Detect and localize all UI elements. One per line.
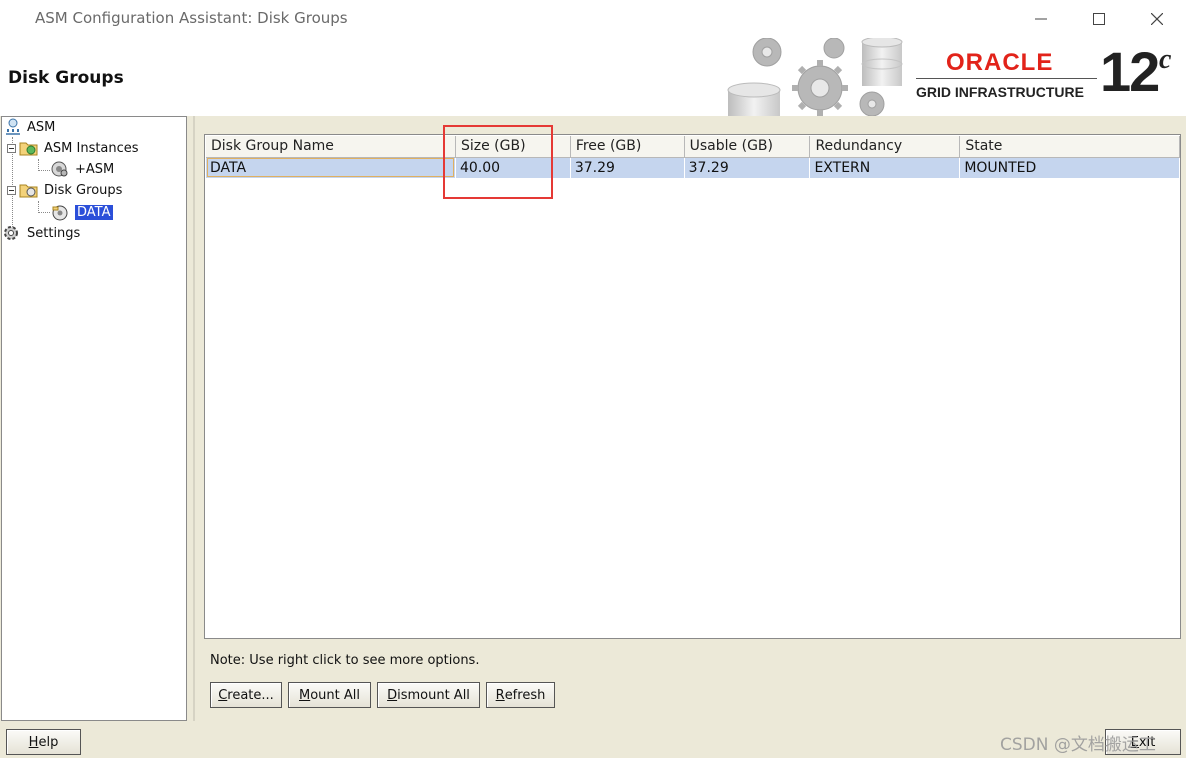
dismount-all-button[interactable]: Dismount All xyxy=(377,682,480,708)
minimize-button[interactable] xyxy=(1012,0,1070,38)
collapse-toggle-icon[interactable] xyxy=(7,143,16,153)
cell-disk-group-name[interactable]: DATA xyxy=(206,157,456,178)
tree-item-label: +ASM xyxy=(75,161,115,177)
tree-connector xyxy=(38,212,50,213)
disk-groups-table: Disk Group Name Size (GB) Free (GB) Usab… xyxy=(206,136,1180,178)
create-button[interactable]: Create... xyxy=(210,682,282,708)
cell-redundancy[interactable]: EXTERN xyxy=(809,157,961,178)
maximize-button[interactable] xyxy=(1070,0,1128,38)
header-banner: Disk Groups ORACLE GRID INFRASTRUCTURE 1… xyxy=(0,38,1186,116)
tree-item-label: ASM xyxy=(27,119,56,135)
window-titlebar: ASM Configuration Assistant: Disk Groups xyxy=(0,0,1186,38)
panel-splitter[interactable] xyxy=(193,116,195,721)
tree-item-asm[interactable]: ASM xyxy=(4,117,57,137)
tree-item-label: Disk Groups xyxy=(44,182,123,198)
column-header[interactable]: Free (GB) xyxy=(570,136,685,158)
collapse-toggle-icon[interactable] xyxy=(7,185,16,195)
diskgroups-folder-icon xyxy=(19,184,38,198)
cell-free[interactable]: 37.29 xyxy=(570,157,685,178)
disk-groups-table-container: Disk Group Name Size (GB) Free (GB) Usab… xyxy=(204,134,1181,639)
column-header[interactable]: Usable (GB) xyxy=(684,136,811,158)
create-mnemonic: C xyxy=(218,687,228,703)
instance-icon xyxy=(51,161,68,177)
mount-all-mnemonic: M xyxy=(299,687,311,703)
table-row[interactable]: DATA 40.00 37.29 37.29 EXTERN MOUNTED xyxy=(206,157,1180,178)
oracle-logo: ORACLE xyxy=(946,49,1054,76)
refresh-label: efresh xyxy=(504,687,546,703)
column-header[interactable]: Disk Group Name xyxy=(206,136,456,158)
csdn-watermark: CSDN @文档搬运工 xyxy=(1000,735,1156,755)
mount-all-button[interactable]: Mount All xyxy=(288,682,371,708)
tree-item-disk-groups[interactable]: Disk Groups xyxy=(7,180,124,200)
tree-item-asm-instances[interactable]: ASM Instances xyxy=(7,138,141,158)
column-header[interactable]: State xyxy=(959,136,1180,158)
version-suffix: c xyxy=(1159,44,1172,75)
table-header-row: Disk Group Name Size (GB) Free (GB) Usab… xyxy=(206,136,1180,158)
tree-item-label: ASM Instances xyxy=(44,140,139,156)
version-number: 12 xyxy=(1100,40,1160,103)
asm-node-icon xyxy=(6,118,20,135)
tree-item-label: Settings xyxy=(27,225,81,241)
tree-item-settings[interactable]: Settings xyxy=(2,223,82,243)
dismount-all-mnemonic: D xyxy=(387,687,398,703)
close-button[interactable] xyxy=(1128,0,1186,38)
gears-graphic-icon xyxy=(727,38,903,116)
tree-connector xyxy=(38,170,50,171)
column-header[interactable]: Redundancy xyxy=(809,136,961,158)
help-mnemonic: H xyxy=(28,734,39,750)
page-title: Disk Groups xyxy=(8,68,124,88)
refresh-mnemonic: R xyxy=(495,687,505,703)
help-button[interactable]: Help xyxy=(6,729,81,755)
tree-item-label: DATA xyxy=(75,204,113,220)
tree-item-data[interactable]: DATA xyxy=(50,202,113,222)
window-title: ASM Configuration Assistant: Disk Groups xyxy=(35,9,348,27)
column-header[interactable]: Size (GB) xyxy=(455,136,571,158)
product-line: GRID INFRASTRUCTURE xyxy=(916,84,1084,100)
cell-size[interactable]: 40.00 xyxy=(455,157,571,178)
cell-usable[interactable]: 37.29 xyxy=(684,157,811,178)
create-label: reate... xyxy=(227,687,274,703)
navigation-tree: ASM ASM Instances +ASM Disk Groups DATA … xyxy=(1,116,187,721)
cell-state[interactable]: MOUNTED xyxy=(959,157,1180,178)
dismount-all-label: ismount All xyxy=(397,687,470,703)
close-icon xyxy=(1151,13,1163,25)
help-label: elp xyxy=(38,734,59,750)
maximize-icon xyxy=(1093,13,1105,25)
refresh-button[interactable]: Refresh xyxy=(486,682,555,708)
note-text: Note: Use right click to see more option… xyxy=(210,653,480,668)
diskgroup-icon xyxy=(52,205,68,221)
gear-icon xyxy=(4,226,18,240)
instances-folder-icon xyxy=(19,142,38,156)
mount-all-label: ount All xyxy=(310,687,360,703)
minimize-icon xyxy=(1035,18,1047,20)
logo-rule xyxy=(916,78,1097,79)
tree-item-plus-asm[interactable]: +ASM xyxy=(50,159,116,179)
